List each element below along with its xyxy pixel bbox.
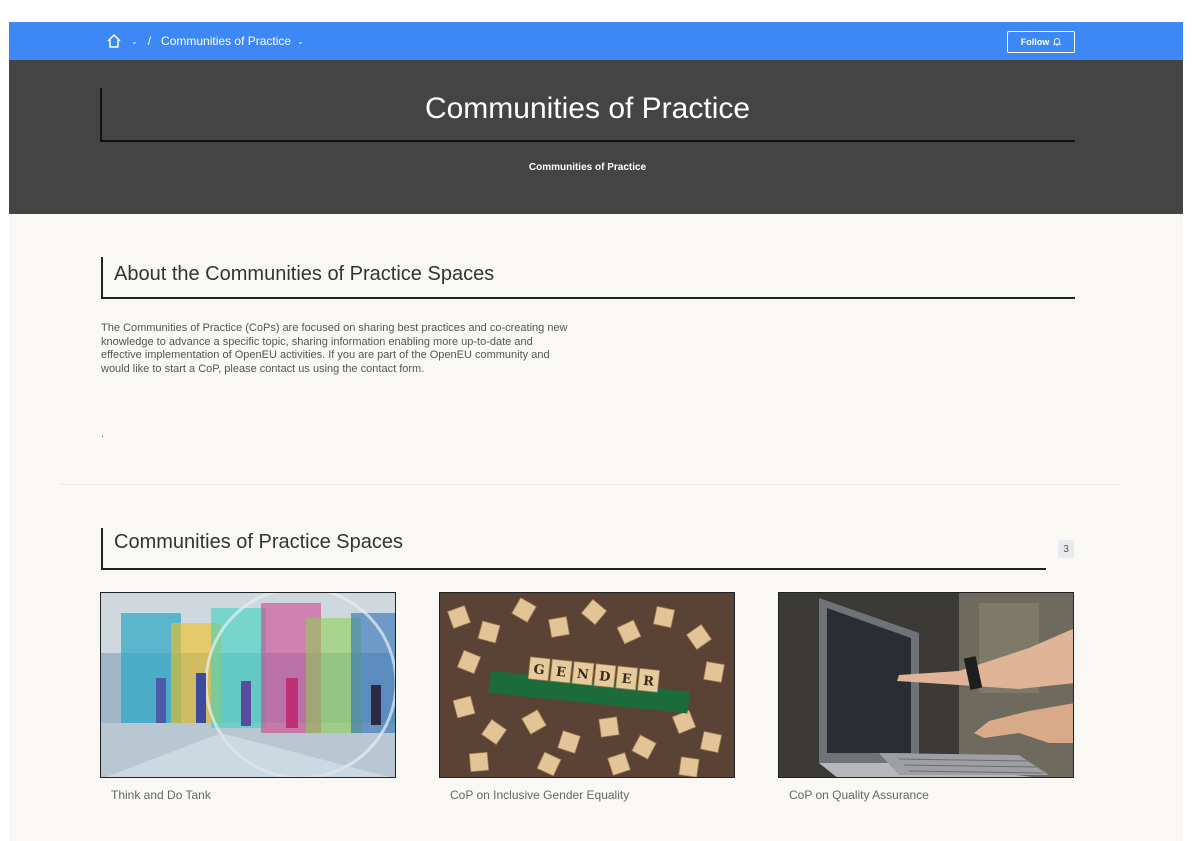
breadcrumb: ⌄ / Communities of Practice ⌄ [105,22,304,60]
spaces-count-badge: 3 [1058,540,1074,558]
page-subtitle: Communities of Practice [528,162,647,173]
breadcrumb-current[interactable]: Communities of Practice [161,34,291,48]
space-card-quality-assurance[interactable]: CoP on Quality Assurance [778,592,1074,802]
space-card-gender-equality[interactable]: G E N D E R CoP on Inclusive Gender Equa… [439,592,735,802]
svg-text:E: E [621,672,633,688]
page: ⌄ / Communities of Practice ⌄ Follow Com… [9,22,1183,841]
space-card-label[interactable]: CoP on Quality Assurance [778,788,1074,802]
chevron-down-icon[interactable]: ⌄ [131,37,138,46]
colorful-glass-atrium-photo[interactable] [100,592,396,778]
follow-label: Follow [1020,37,1050,47]
about-accent-bar [101,257,103,299]
svg-text:D: D [598,669,611,685]
breadcrumb-separator: / [147,34,152,48]
svg-text:E: E [555,665,567,681]
svg-text:G: G [533,662,546,678]
about-description: The Communities of Practice (CoPs) are f… [101,322,568,375]
hero-underline [100,140,1075,142]
spaces-accent-bar [101,528,103,570]
bell-icon [1052,37,1062,48]
svg-text:R: R [642,674,655,690]
top-navigation-bar: ⌄ / Communities of Practice ⌄ Follow [9,22,1183,60]
about-trailing-text: . [101,428,105,440]
follow-button[interactable]: Follow [1007,31,1075,53]
space-card-think-and-do-tank[interactable]: Think and Do Tank [100,592,396,802]
spaces-underline [101,568,1046,570]
space-card-label[interactable]: Think and Do Tank [100,788,396,802]
scrabble-gender-tiles-photo[interactable]: G E N D E R [439,592,735,778]
hands-pointing-laptop-photo[interactable] [778,592,1074,778]
section-divider [59,484,1119,485]
svg-text:N: N [576,667,590,683]
hero-banner: Communities of Practice Communities of P… [9,60,1183,214]
chevron-down-icon[interactable]: ⌄ [297,37,304,46]
about-heading: About the Communities of Practice Spaces [114,263,495,285]
page-title: Communities of Practice [424,92,751,125]
about-underline [101,297,1075,299]
spaces-heading: Communities of Practice Spaces [114,531,404,553]
space-card-label[interactable]: CoP on Inclusive Gender Equality [439,788,735,802]
home-icon[interactable] [105,32,123,50]
